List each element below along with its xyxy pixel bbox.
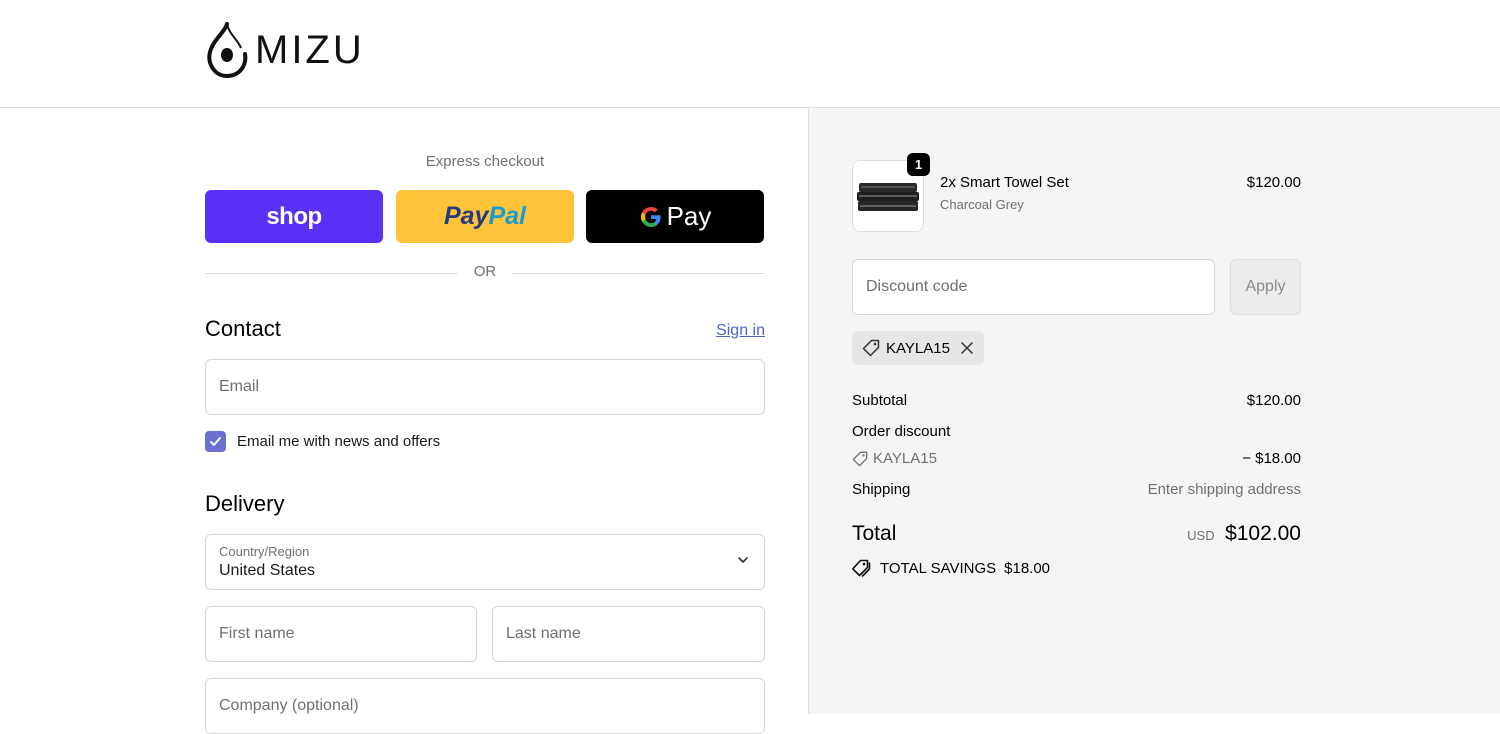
google-pay-button[interactable]: Pay — [586, 190, 764, 243]
country-select[interactable]: Country/Region United States — [205, 534, 765, 590]
discount-code-field[interactable] — [852, 259, 1215, 315]
total-currency: USD — [1187, 528, 1215, 543]
apply-button[interactable]: Apply — [1230, 259, 1301, 315]
email-input[interactable] — [206, 360, 764, 414]
delivery-heading: Delivery — [205, 491, 285, 516]
order-discount-label: Order discount — [852, 423, 951, 440]
total-value: $102.00 — [1225, 522, 1301, 545]
item-name: 2x Smart Towel Set — [940, 174, 1069, 191]
country-label: Country/Region — [219, 544, 310, 559]
shop-pay-button[interactable]: shop — [205, 190, 383, 243]
newsletter-option[interactable]: Email me with news and offers — [205, 431, 440, 452]
divider-line-right — [512, 273, 765, 274]
google-g-icon — [640, 206, 661, 227]
order-discount-row: Order discount — [852, 423, 1301, 440]
email-field[interactable] — [205, 359, 765, 415]
shipping-label: Shipping — [852, 481, 911, 498]
shop-pay-label: shop — [266, 202, 322, 230]
last-name-input[interactable] — [493, 607, 764, 661]
discount-code-info: KAYLA15 — [852, 450, 937, 467]
savings-tag-icon — [852, 559, 871, 577]
water-drop-logo-icon — [207, 22, 248, 78]
item-variant: Charcoal Grey — [940, 197, 1024, 212]
or-label: OR — [473, 263, 497, 280]
shipping-row: Shipping Enter shipping address — [852, 481, 1301, 498]
last-name-field[interactable] — [492, 606, 765, 662]
order-summary: 1 2x Smart Towel Set Charcoal Grey $120.… — [808, 108, 1500, 714]
applied-code-label: KAYLA15 — [886, 339, 950, 357]
discount-code-row: KAYLA15 − $18.00 — [852, 450, 1301, 471]
subtotal-row: Subtotal $120.00 — [852, 392, 1301, 409]
paypal-button[interactable]: PayPal — [396, 190, 574, 243]
chevron-down-icon — [738, 557, 748, 563]
company-input[interactable] — [206, 679, 764, 733]
express-checkout-label: Express checkout — [425, 153, 545, 170]
total-label: Total — [852, 522, 897, 545]
shipping-value: Enter shipping address — [1147, 481, 1301, 498]
newsletter-checkbox[interactable] — [205, 431, 226, 452]
brand-name: MIZU — [255, 28, 365, 72]
total-savings-row: TOTAL SAVINGS $18.00 — [852, 559, 1050, 577]
discount-code-label: KAYLA15 — [873, 450, 937, 467]
subtotal-value: $120.00 — [1246, 392, 1301, 409]
checkout-form: Express checkout shop PayPal Pay OR Cont… — [0, 108, 808, 734]
checkmark-icon — [210, 437, 221, 446]
applied-discount-chip: KAYLA15 — [852, 331, 984, 365]
google-pay-label: Pay — [666, 201, 712, 231]
first-name-input[interactable] — [206, 607, 476, 661]
contact-heading: Contact — [205, 316, 281, 341]
tag-icon — [862, 339, 880, 357]
quantity-badge: 1 — [907, 153, 930, 176]
brand-logo[interactable]: MIZU — [205, 22, 365, 78]
item-price: $120.00 — [1246, 174, 1301, 191]
first-name-field[interactable] — [205, 606, 477, 662]
total-amount-group: USD $102.00 — [1109, 522, 1301, 546]
discount-code-input[interactable] — [853, 260, 1214, 314]
discount-value: − $18.00 — [1242, 450, 1301, 467]
newsletter-label: Email me with news and offers — [237, 433, 441, 450]
or-divider: OR — [205, 263, 765, 283]
company-field[interactable] — [205, 678, 765, 734]
paypal-label: PayPal — [443, 202, 526, 230]
savings-value: $18.00 — [1004, 559, 1051, 577]
tag-icon — [852, 451, 868, 466]
country-value: United States — [219, 562, 316, 579]
subtotal-label: Subtotal — [852, 392, 908, 409]
savings-label: TOTAL SAVINGS — [880, 559, 997, 577]
header: MIZU — [0, 0, 1500, 108]
sign-in-link[interactable]: Sign in — [690, 322, 765, 340]
close-icon[interactable] — [960, 341, 974, 355]
